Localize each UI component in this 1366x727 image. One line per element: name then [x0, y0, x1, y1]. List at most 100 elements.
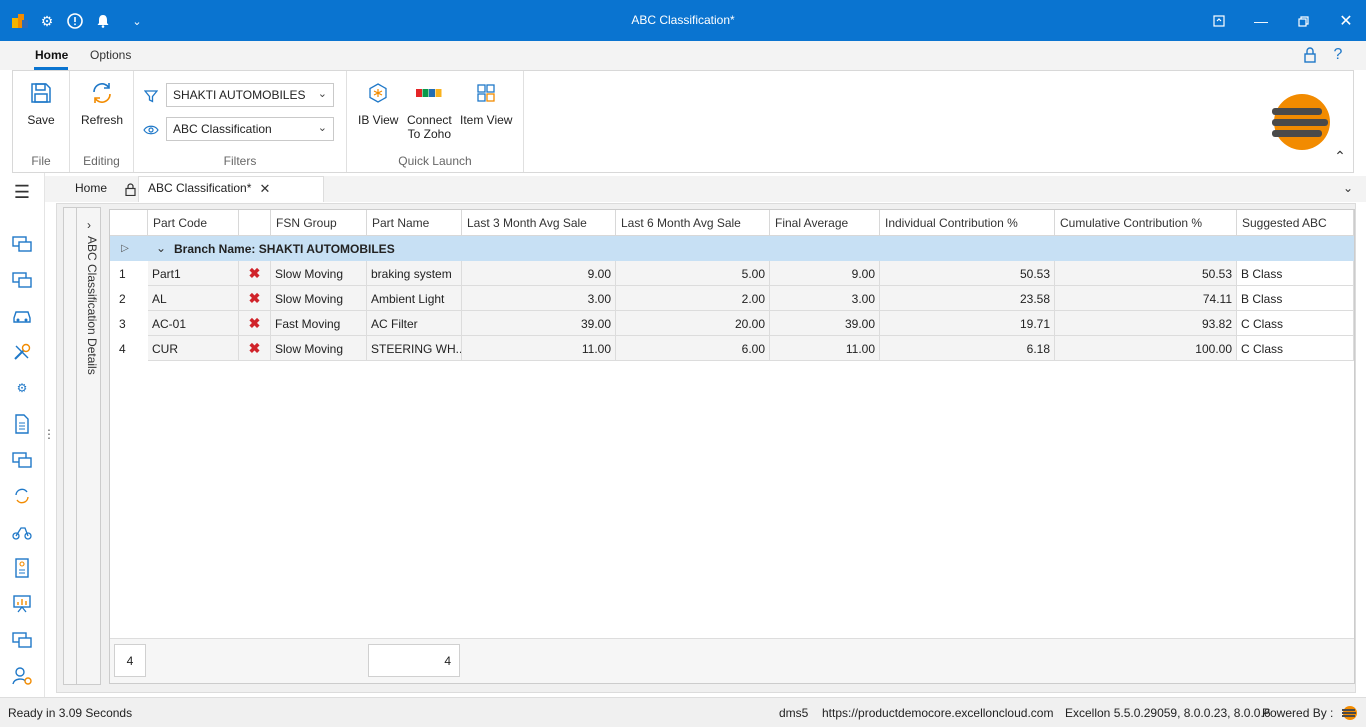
ib-view-button[interactable]: IB View: [358, 79, 398, 127]
maximize-icon[interactable]: [1292, 10, 1314, 32]
cell-cumulative-contribution[interactable]: 74.11: [1055, 286, 1237, 311]
sidebar-user-settings-icon[interactable]: [11, 665, 33, 687]
cell-part-name[interactable]: Ambient Light: [367, 286, 462, 311]
sidebar-monitor-icon[interactable]: [11, 629, 33, 651]
row-number: 3: [110, 311, 148, 336]
tab-options[interactable]: Options: [90, 48, 131, 62]
status-version: Excellon 5.5.0.29059, 8.0.0.23, 8.0.0.6: [1065, 706, 1271, 720]
cell-individual-contribution[interactable]: 50.53: [880, 261, 1055, 286]
item-view-label: Item View: [460, 113, 513, 127]
column-header-final-average[interactable]: Final Average: [770, 210, 880, 236]
minimize-icon[interactable]: —: [1250, 10, 1272, 32]
cell-last-6-month[interactable]: 5.00: [616, 261, 770, 286]
delete-row-icon[interactable]: ✖: [239, 261, 271, 286]
column-header-cumulative-contribution[interactable]: Cumulative Contribution %: [1055, 210, 1237, 236]
cell-last-3-month[interactable]: 39.00: [462, 311, 616, 336]
sidebar-vehicle-icon[interactable]: [11, 521, 33, 543]
view-select[interactable]: ABC Classification ⌄: [166, 117, 334, 141]
cell-part-name[interactable]: braking system: [367, 261, 462, 286]
status-ready-text: Ready in 3.09 Seconds: [8, 706, 133, 720]
delete-row-icon[interactable]: ✖: [239, 311, 271, 336]
cell-suggested-abc[interactable]: C Class: [1237, 336, 1354, 361]
cell-fsn-group[interactable]: Fast Moving: [271, 311, 367, 336]
cell-last-3-month[interactable]: 9.00: [462, 261, 616, 286]
sidebar-document-icon[interactable]: [11, 413, 33, 435]
help-icon[interactable]: ?: [1329, 46, 1347, 64]
column-header-last-3-month[interactable]: Last 3 Month Avg Sale: [462, 210, 616, 236]
cell-part-code[interactable]: CUR: [148, 336, 239, 361]
sidebar-monitor-icon[interactable]: [11, 269, 33, 291]
column-header-row-indicator: [110, 210, 148, 236]
user-lock-icon[interactable]: [1301, 46, 1319, 64]
close-tab-icon[interactable]: ✕: [256, 180, 274, 198]
zoho-logo-icon: [415, 79, 443, 107]
sidebar-settings-icon[interactable]: ⚙: [11, 377, 33, 399]
sidebar-chart-icon[interactable]: [11, 593, 33, 615]
tab-list-dropdown-icon[interactable]: ⌄: [1339, 179, 1357, 197]
sidebar-monitor-icon[interactable]: [11, 233, 33, 255]
column-header-fsn-group[interactable]: FSN Group: [271, 210, 367, 236]
cell-final-average[interactable]: 3.00: [770, 286, 880, 311]
expand-row-icon[interactable]: ▷: [116, 239, 134, 257]
cell-last-3-month[interactable]: 3.00: [462, 286, 616, 311]
cell-last-3-month[interactable]: 11.00: [462, 336, 616, 361]
details-side-panel[interactable]: › ABC Classification Details: [63, 207, 101, 685]
grid-footer: [110, 638, 1354, 683]
connect-to-zoho-button[interactable]: Connect To Zoho: [407, 79, 452, 141]
collapse-ribbon-icon[interactable]: ⌃: [1331, 147, 1349, 165]
cell-suggested-abc[interactable]: B Class: [1237, 261, 1354, 286]
chevron-down-icon: ⌄: [317, 88, 327, 100]
tab-home[interactable]: Home: [35, 48, 68, 62]
column-header-last-6-month[interactable]: Last 6 Month Avg Sale: [616, 210, 770, 236]
column-header-individual-contribution[interactable]: Individual Contribution %: [880, 210, 1055, 236]
group-row-label: Branch Name: SHAKTI AUTOMOBILES: [174, 242, 395, 256]
cell-cumulative-contribution[interactable]: 100.00: [1055, 336, 1237, 361]
cell-final-average[interactable]: 9.00: [770, 261, 880, 286]
cell-final-average[interactable]: 11.00: [770, 336, 880, 361]
delete-row-icon[interactable]: ✖: [239, 286, 271, 311]
cell-individual-contribution[interactable]: 6.18: [880, 336, 1055, 361]
sidebar-tools-icon[interactable]: [11, 341, 33, 363]
cell-fsn-group[interactable]: Slow Moving: [271, 286, 367, 311]
company-filter-select[interactable]: SHAKTI AUTOMOBILES ⌄: [166, 83, 334, 107]
chevron-down-icon: ⌄: [317, 122, 327, 134]
expand-panel-chevron-icon[interactable]: ›: [80, 216, 98, 234]
cell-last-6-month[interactable]: 6.00: [616, 336, 770, 361]
footer-count-part-name: 4: [368, 644, 460, 677]
save-button[interactable]: Save: [27, 79, 55, 127]
cell-part-code[interactable]: AC-01: [148, 311, 239, 336]
column-header-delete[interactable]: [239, 210, 271, 236]
hamburger-menu-icon[interactable]: ☰: [11, 181, 33, 203]
column-header-part-code[interactable]: Part Code: [148, 210, 239, 236]
cell-fsn-group[interactable]: Slow Moving: [271, 261, 367, 286]
delete-row-icon[interactable]: ✖: [239, 336, 271, 361]
quick-launch-group-label: Quick Launch: [398, 154, 472, 168]
group-row-branch[interactable]: ▷ ⌄ Branch Name: SHAKTI AUTOMOBILES: [110, 236, 1354, 261]
cell-individual-contribution[interactable]: 23.58: [880, 286, 1055, 311]
restore-layout-icon[interactable]: [1208, 10, 1230, 32]
column-header-part-name[interactable]: Part Name: [367, 210, 462, 236]
sidebar-sync-icon[interactable]: [11, 485, 33, 507]
sidebar-report-icon[interactable]: [11, 557, 33, 579]
sidebar-monitor-icon[interactable]: [11, 449, 33, 471]
item-view-button[interactable]: Item View: [460, 79, 512, 127]
refresh-button[interactable]: Refresh: [81, 79, 123, 127]
close-icon[interactable]: ✕: [1335, 10, 1357, 32]
cell-final-average[interactable]: 39.00: [770, 311, 880, 336]
cell-last-6-month[interactable]: 20.00: [616, 311, 770, 336]
cell-part-code[interactable]: AL: [148, 286, 239, 311]
cell-suggested-abc[interactable]: B Class: [1237, 286, 1354, 311]
sidebar-car-icon[interactable]: [11, 305, 33, 327]
tab-home-doc[interactable]: Home: [75, 181, 107, 195]
cell-cumulative-contribution[interactable]: 93.82: [1055, 311, 1237, 336]
column-header-suggested-abc[interactable]: Suggested ABC: [1237, 210, 1354, 236]
cell-last-6-month[interactable]: 2.00: [616, 286, 770, 311]
cell-part-name[interactable]: AC Filter: [367, 311, 462, 336]
cell-suggested-abc[interactable]: C Class: [1237, 311, 1354, 336]
cell-cumulative-contribution[interactable]: 50.53: [1055, 261, 1237, 286]
cell-fsn-group[interactable]: Slow Moving: [271, 336, 367, 361]
cell-individual-contribution[interactable]: 19.71: [880, 311, 1055, 336]
collapse-group-chevron-icon[interactable]: ⌄: [152, 239, 170, 257]
cell-part-name[interactable]: STEERING WH...: [367, 336, 462, 361]
cell-part-code[interactable]: Part1: [148, 261, 239, 286]
